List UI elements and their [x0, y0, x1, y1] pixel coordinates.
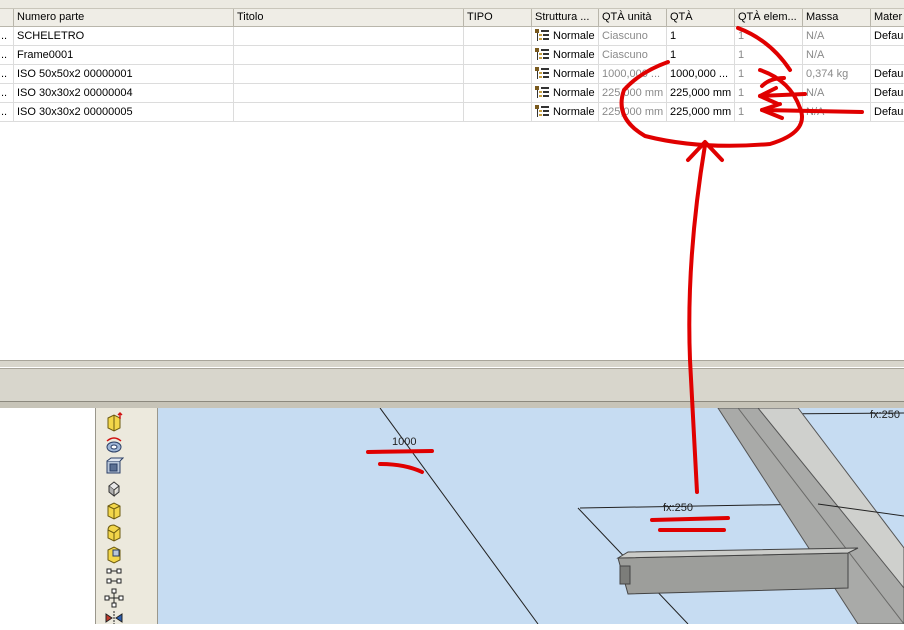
mass-cell[interactable]: N/A	[803, 46, 871, 65]
qty-cell[interactable]: 1000,000 ...	[667, 65, 735, 84]
mass-cell[interactable]: N/A	[803, 103, 871, 122]
elem-qty-cell[interactable]: 1	[735, 84, 803, 103]
material-cell[interactable]: Defau	[871, 103, 904, 122]
struct-cell[interactable]: Normale	[532, 65, 599, 84]
material-cell[interactable]	[871, 46, 904, 65]
qty-cell[interactable]: 225,000 mm	[667, 103, 735, 122]
table-row[interactable]: .. ISO 30x30x2 00000005 Normale 225,000 …	[0, 103, 904, 122]
model-viewport[interactable]: 1000 fx:250 fx:250	[158, 408, 904, 624]
tipo-cell[interactable]	[464, 103, 532, 122]
elem-qty-cell[interactable]: 1	[735, 46, 803, 65]
qty-cell[interactable]: 225,000 mm	[667, 84, 735, 103]
header-qta-elem[interactable]: QTÀ elem...	[735, 9, 803, 27]
table-row[interactable]: .. SCHELETRO Normale Ciascuno 1 1 N/A De…	[0, 27, 904, 46]
table-row[interactable]: .. ISO 50x50x2 00000001 Normale 1000,000…	[0, 65, 904, 84]
pattern-icon[interactable]	[104, 588, 124, 608]
dimension-fx250[interactable]: fx:250	[663, 502, 693, 514]
revolve-icon[interactable]	[104, 434, 124, 454]
feature-toolbar	[96, 408, 158, 624]
fillet-icon[interactable]	[104, 522, 124, 542]
bom-structure-icon	[535, 86, 549, 98]
row-prefix: ..	[0, 103, 14, 122]
row-prefix: ..	[0, 84, 14, 103]
tipo-cell[interactable]	[464, 84, 532, 103]
part-number[interactable]: Frame0001	[14, 46, 234, 65]
part-number[interactable]: ISO 30x30x2 00000005	[14, 103, 234, 122]
mass-cell[interactable]: N/A	[803, 27, 871, 46]
splitter-shadow	[0, 368, 904, 369]
material-cell[interactable]: Defau	[871, 65, 904, 84]
tipo-cell[interactable]	[464, 27, 532, 46]
part-number[interactable]: ISO 50x50x2 00000001	[14, 65, 234, 84]
bom-structure-icon	[535, 105, 549, 117]
struct-label: Normale	[553, 106, 595, 118]
header-massa[interactable]: Massa	[803, 9, 871, 27]
bom-top-strip	[0, 0, 904, 9]
struct-label: Normale	[553, 49, 595, 61]
qty-cell[interactable]: 1	[667, 46, 735, 65]
title-cell[interactable]	[234, 27, 464, 46]
elem-qty-cell[interactable]: 1	[735, 65, 803, 84]
material-cell[interactable]: Defau	[871, 84, 904, 103]
title-cell[interactable]	[234, 103, 464, 122]
box-icon[interactable]	[104, 544, 124, 564]
extrude-icon[interactable]	[104, 412, 124, 432]
bom-structure-icon	[535, 48, 549, 60]
mass-cell[interactable]: N/A	[803, 84, 871, 103]
header-materiale[interactable]: Mater	[871, 9, 904, 27]
unit-qty-cell[interactable]: 1000,000 ...	[599, 65, 667, 84]
row-prefix: ..	[0, 27, 14, 46]
title-cell[interactable]	[234, 65, 464, 84]
bom-structure-icon	[535, 29, 549, 41]
pane-splitter[interactable]	[0, 360, 904, 410]
chamfer-icon[interactable]	[104, 500, 124, 520]
struct-cell[interactable]: Normale	[532, 84, 599, 103]
title-cell[interactable]	[234, 46, 464, 65]
unit-qty-cell[interactable]: Ciascuno	[599, 46, 667, 65]
viewport-canvas[interactable]	[158, 408, 904, 624]
unit-qty-cell[interactable]: 225,000 mm	[599, 103, 667, 122]
part-number[interactable]: SCHELETRO	[14, 27, 234, 46]
dimension-fx250-top[interactable]: fx:250	[870, 409, 900, 421]
title-cell[interactable]	[234, 84, 464, 103]
struct-label: Normale	[553, 87, 595, 99]
mirror-icon[interactable]	[104, 610, 124, 630]
unit-qty-cell[interactable]: 225,000 mm	[599, 84, 667, 103]
header-select[interactable]	[0, 9, 14, 27]
header-titolo[interactable]: Titolo	[234, 9, 464, 27]
table-row[interactable]: .. Frame0001 Normale Ciascuno 1 1 N/A	[0, 46, 904, 65]
struct-cell[interactable]: Normale	[532, 103, 599, 122]
header-tipo[interactable]: TIPO	[464, 9, 532, 27]
table-row[interactable]: .. ISO 30x30x2 00000004 Normale 225,000 …	[0, 84, 904, 103]
shell-icon[interactable]	[104, 456, 124, 476]
unit-qty-cell[interactable]: Ciascuno	[599, 27, 667, 46]
model-browser[interactable]	[0, 408, 96, 624]
struct-label: Normale	[553, 68, 595, 80]
dimension-1000[interactable]: 1000	[392, 436, 416, 448]
row-prefix: ..	[0, 46, 14, 65]
header-qta-unita[interactable]: QTÀ unità	[599, 9, 667, 27]
struct-label: Normale	[553, 30, 595, 42]
tipo-cell[interactable]	[464, 65, 532, 84]
elem-qty-cell[interactable]: 1	[735, 103, 803, 122]
bom-table: Numero parte Titolo TIPO Struttura ... Q…	[0, 0, 904, 360]
constraint-icon[interactable]	[104, 566, 124, 586]
header-numero-parte[interactable]: Numero parte	[14, 9, 234, 27]
elem-qty-cell[interactable]: 1	[735, 27, 803, 46]
part-number[interactable]: ISO 30x30x2 00000004	[14, 84, 234, 103]
qty-cell[interactable]: 1	[667, 27, 735, 46]
row-prefix: ..	[0, 65, 14, 84]
struct-cell[interactable]: Normale	[532, 46, 599, 65]
header-qta[interactable]: QTÀ	[667, 9, 735, 27]
material-cell[interactable]: Defau	[871, 27, 904, 46]
struct-cell[interactable]: Normale	[532, 27, 599, 46]
tipo-cell[interactable]	[464, 46, 532, 65]
rotate-icon[interactable]	[104, 478, 124, 498]
bom-structure-icon	[535, 67, 549, 79]
header-struttura[interactable]: Struttura ...	[532, 9, 599, 27]
mass-cell[interactable]: 0,374 kg	[803, 65, 871, 84]
